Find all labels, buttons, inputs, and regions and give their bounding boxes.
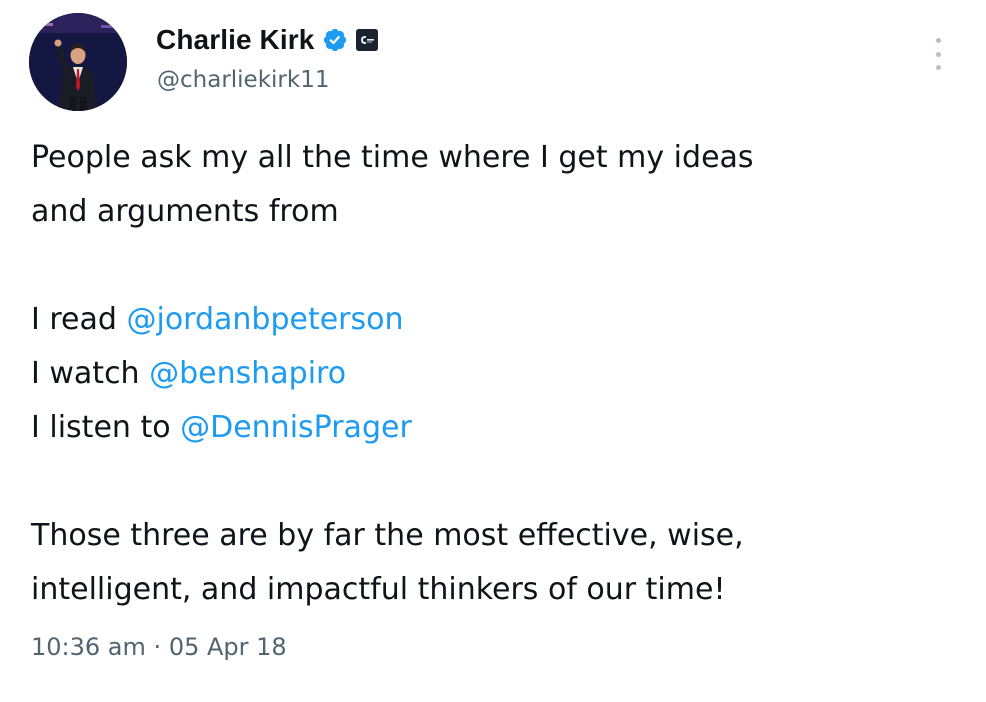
author-name-row: Charlie Kirk <box>156 22 379 58</box>
tweet-text-line: and arguments from <box>31 194 339 229</box>
tweet-text-line: People ask my all the time where I get m… <box>31 140 754 175</box>
watch-prefix: I watch <box>31 356 150 391</box>
mention-benshapiro-link[interactable]: @benshapiro <box>149 356 346 391</box>
tweet-timestamp[interactable]: 10:36 am · 05 Apr 18 <box>31 633 287 661</box>
avatar-photo <box>29 13 127 111</box>
tweet-time: 10:36 am <box>31 633 146 661</box>
tweet-text-line: I watch @benshapiro <box>31 347 346 401</box>
meta-separator: · <box>153 633 162 661</box>
mention-dennisprager-link[interactable]: @DennisPrager <box>180 410 412 445</box>
listen-prefix: I listen to <box>31 410 181 445</box>
tweet-date: 05 Apr 18 <box>168 633 287 661</box>
tweet-text-line: I read @jordanbpeterson <box>31 293 404 347</box>
author-display-name[interactable]: Charlie Kirk <box>156 24 314 56</box>
mention-jordanbpeterson-link[interactable]: @jordanbpeterson <box>126 302 403 337</box>
author-handle[interactable]: @charliekirk11 <box>157 67 329 93</box>
avatar[interactable] <box>29 13 127 111</box>
verified-badge-icon[interactable] <box>322 27 348 53</box>
affiliation-badge-icon[interactable] <box>356 29 379 51</box>
tweet-text-line: Those three are by far the most effectiv… <box>31 518 744 553</box>
more-options-icon[interactable] <box>932 38 944 70</box>
tweet-text-line: intelligent, and impactful thinkers of o… <box>31 572 726 607</box>
tweet-text-line: I listen to @DennisPrager <box>31 401 412 455</box>
tweet-card: Charlie Kirk @charliekirk11 People ask m… <box>0 0 986 702</box>
read-prefix: I read <box>31 302 127 337</box>
